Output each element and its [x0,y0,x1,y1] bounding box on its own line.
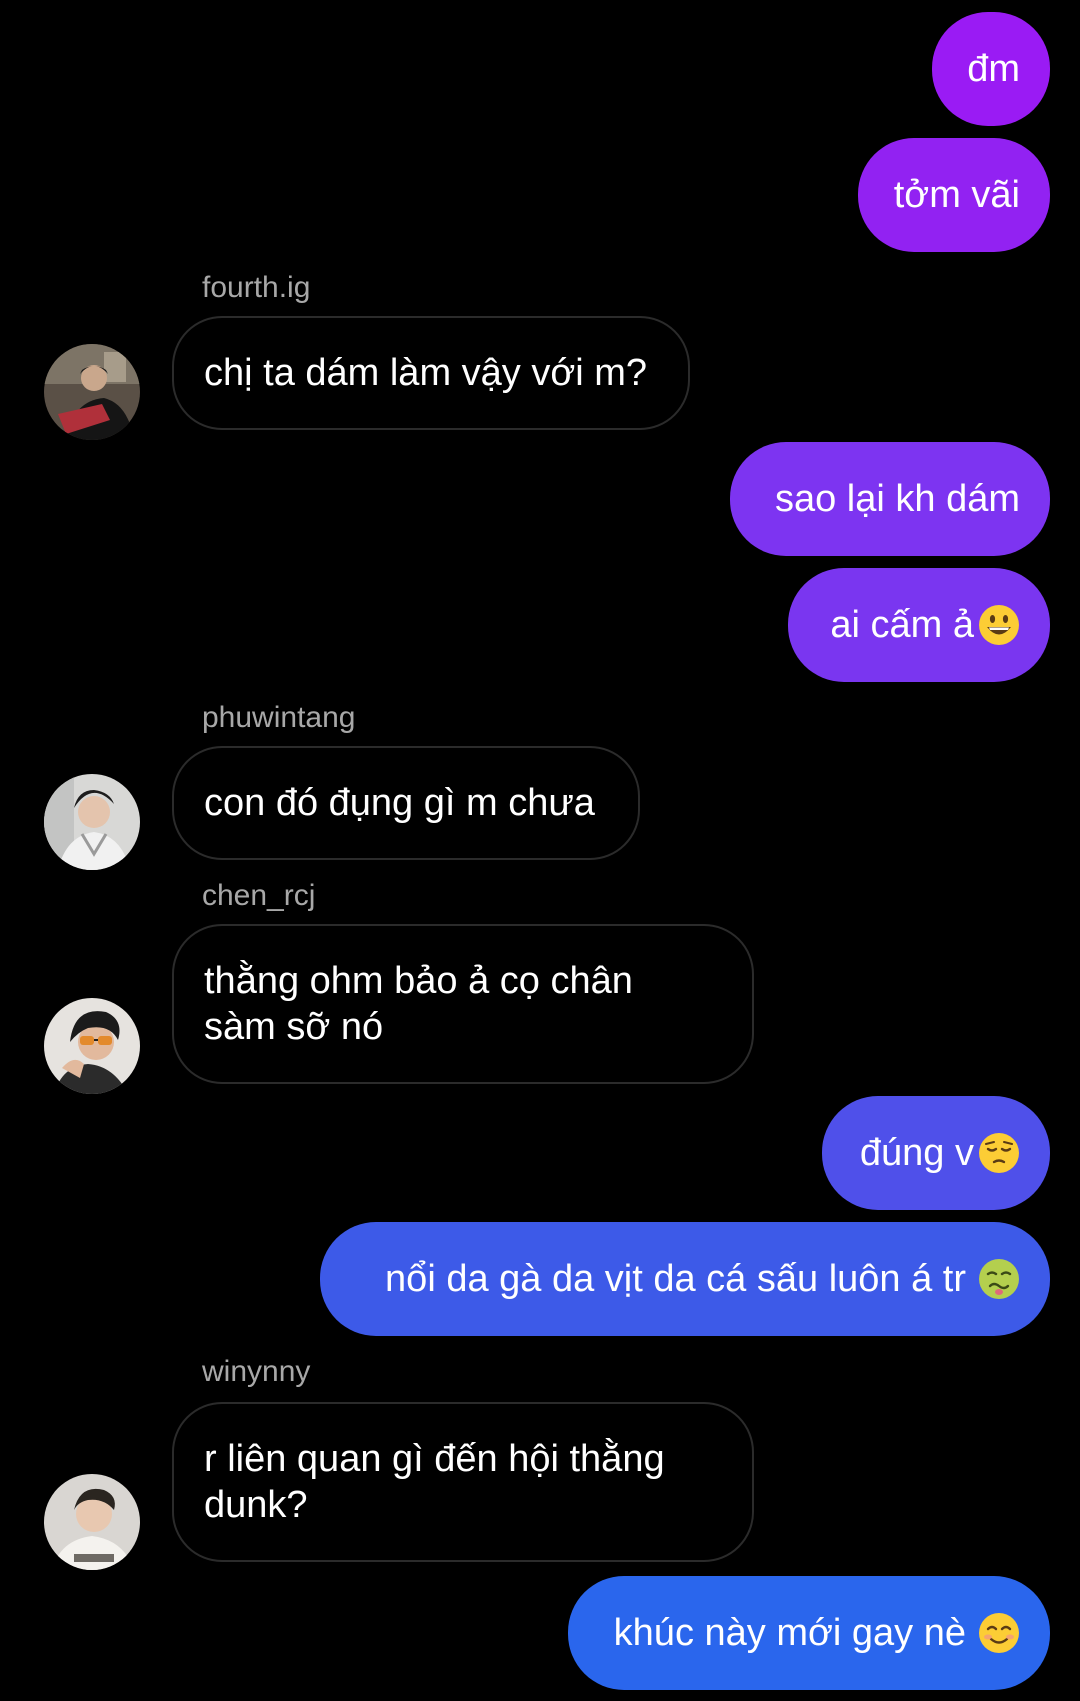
sender-name: chen_rcj [202,879,316,912]
outgoing-message[interactable]: tởm vãi [858,138,1050,252]
sender-name: phuwintang [202,701,356,734]
message-text: khúc này mới gay nè [613,1612,966,1654]
message-text: r liên quan gì đến hội thằng dunk? [204,1438,665,1526]
message-text: đm [967,48,1020,90]
outgoing-message[interactable]: đúng v [822,1096,1050,1210]
message-text: nổi da gà da vịt da cá sấu luôn á tr [385,1258,966,1300]
person-photo-icon [44,774,140,870]
pensive-face-icon [978,1132,1020,1174]
message-text: con đó đụng gì m chưa [204,782,595,824]
sender-name: fourth.ig [202,271,311,304]
message-text: chị ta dám làm vậy với m? [204,352,648,394]
person-photo-icon [44,1474,140,1570]
grinning-face-icon [978,604,1020,646]
message-text: sao lại kh dám [774,478,1020,520]
person-photo-icon [44,344,140,440]
message-text: đúng v [859,1132,974,1174]
incoming-message[interactable]: con đó đụng gì m chưa [172,746,640,860]
person-photo-icon [44,998,140,1094]
outgoing-message[interactable]: nổi da gà da vịt da cá sấu luôn á tr [320,1222,1050,1336]
outgoing-message[interactable]: khúc này mới gay nè [568,1576,1050,1690]
sender-avatar[interactable] [44,774,140,870]
outgoing-message[interactable]: đm [932,12,1050,126]
message-text: tởm vãi [893,174,1020,216]
sender-name: winynny [202,1355,311,1388]
message-thread: đm tởm vãi fourth.ig chị ta dám làm vậy … [0,0,1080,1701]
incoming-message[interactable]: chị ta dám làm vậy với m? [172,316,690,430]
sender-avatar[interactable] [44,1474,140,1570]
smiling-face-icon [978,1612,1020,1654]
message-text: thằng ohm bảo ả cọ chân sàm sỡ nó [204,960,633,1048]
incoming-message[interactable]: thằng ohm bảo ả cọ chân sàm sỡ nó [172,924,754,1084]
outgoing-message[interactable]: ai cấm ả [788,568,1050,682]
nauseated-face-icon [978,1258,1020,1300]
sender-avatar[interactable] [44,998,140,1094]
sender-avatar[interactable] [44,344,140,440]
outgoing-message[interactable]: sao lại kh dám [730,442,1050,556]
message-text: ai cấm ả [830,604,974,646]
incoming-message[interactable]: r liên quan gì đến hội thằng dunk? [172,1402,754,1562]
